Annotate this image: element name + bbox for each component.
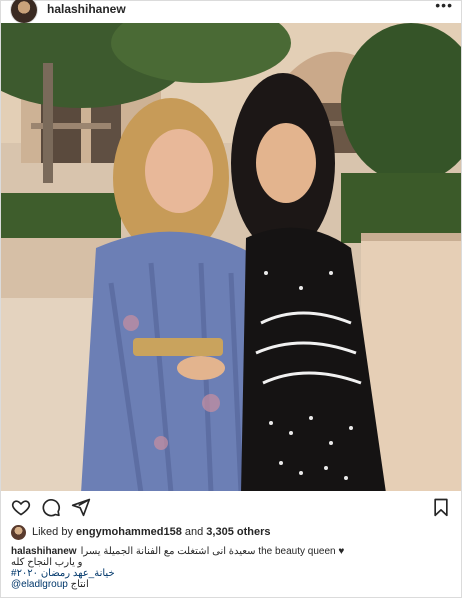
likes-prefix: Liked by (32, 526, 73, 538)
caption: halashihanew سعيدة انى اشتغلت مع الفنانة … (11, 546, 451, 590)
likes-and: and (184, 526, 204, 538)
likes-count[interactable]: 3,305 others (206, 526, 270, 538)
caption-hashtags: #خيانة_عهد رمضان ٢٠٢٠ (11, 568, 451, 579)
likes-text: Liked by engymohammed158 and 3,305 other… (32, 526, 271, 538)
header-username[interactable]: halashihanew (47, 2, 126, 16)
profile-avatar[interactable] (11, 0, 37, 23)
caption-username[interactable]: halashihanew (11, 546, 77, 557)
bookmark-icon[interactable] (431, 497, 451, 517)
share-icon[interactable] (71, 497, 91, 517)
post-photo-illustration (1, 23, 461, 491)
more-dots-icon[interactable]: ••• (435, 0, 453, 13)
action-bar (1, 497, 461, 519)
caption-line-1: halashihanew سعيدة انى اشتغلت مع الفنانة … (11, 546, 451, 557)
post-photo[interactable] (1, 23, 461, 491)
caption-text-1: سعيدة انى اشتغلت مع الفنانة الجميلة يسرا… (80, 546, 345, 557)
heart-icon[interactable] (11, 497, 31, 517)
post-header: halashihanew ••• (1, 0, 461, 23)
mention-link[interactable]: @eladlgroup (11, 579, 68, 590)
liker-avatar[interactable] (11, 524, 26, 540)
likes-row: Liked by engymohammed158 and 3,305 other… (11, 524, 271, 540)
liker-username[interactable]: engymohammed158 (76, 526, 182, 538)
instagram-post: halashihanew ••• Liked by engymohammed15… (0, 0, 462, 598)
caption-line-4: @eladlgroup انتاج (11, 579, 451, 590)
comment-icon[interactable] (41, 497, 61, 517)
mention-prefix: انتاج (70, 579, 89, 590)
caption-line-2: و يارب النجاح كله (11, 557, 83, 568)
hashtag-link[interactable]: #خيانة_عهد رمضان ٢٠٢٠ (11, 568, 115, 579)
